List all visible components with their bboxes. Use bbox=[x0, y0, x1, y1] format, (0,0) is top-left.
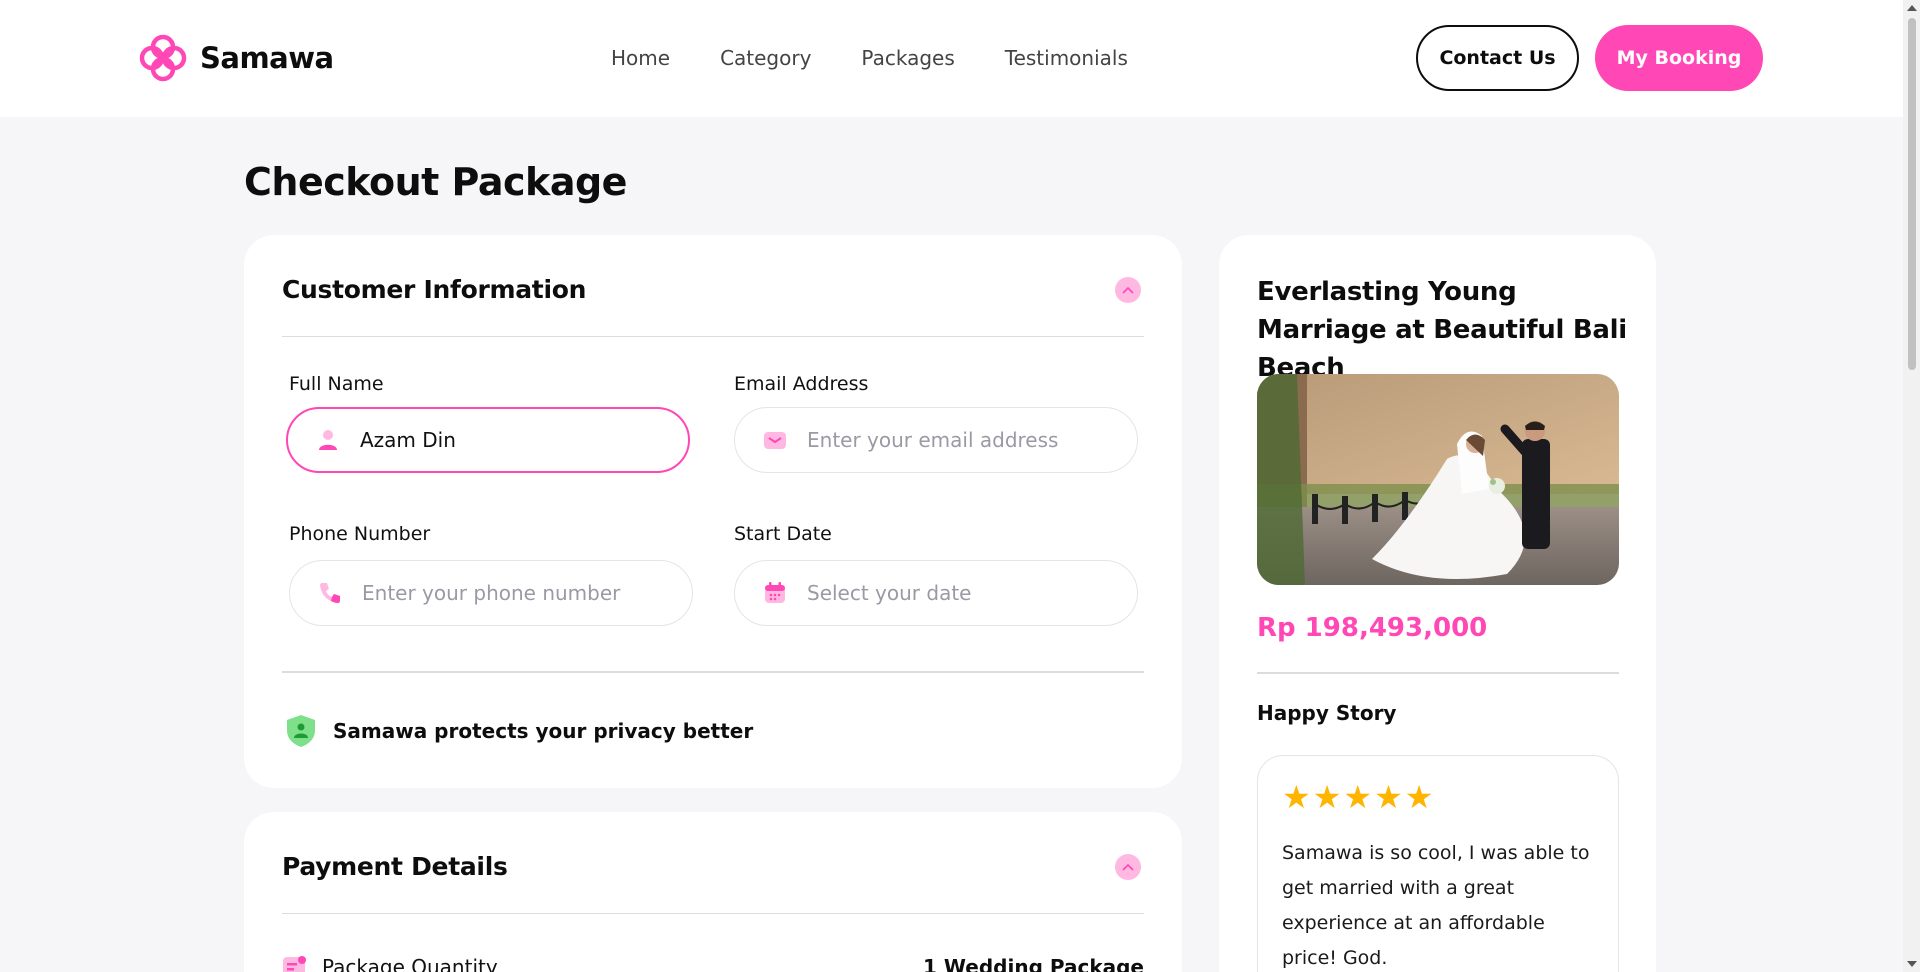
contact-us-button[interactable]: Contact Us bbox=[1416, 25, 1579, 91]
phone-icon bbox=[320, 583, 340, 603]
scroll-up-arrow-icon[interactable] bbox=[1907, 5, 1917, 11]
email-placeholder: Enter your email address bbox=[807, 428, 1059, 452]
start-date-placeholder: Select your date bbox=[807, 581, 972, 605]
testimonial-card: ★★★★★ Samawa is so cool, I was able to g… bbox=[1257, 755, 1619, 972]
testimonial-quote: Samawa is so cool, I was able to get mar… bbox=[1282, 842, 1590, 969]
brand-logo[interactable]: Samawa bbox=[138, 33, 334, 83]
email-field[interactable]: Enter your email address bbox=[734, 407, 1138, 473]
main-nav: Home Category Packages Testimonials bbox=[611, 46, 1178, 70]
package-quantity-value: 1 Wedding Package bbox=[923, 955, 1144, 972]
user-icon bbox=[319, 430, 337, 450]
full-name-field[interactable]: Azam Din bbox=[286, 407, 690, 473]
scroll-thumb[interactable] bbox=[1908, 18, 1916, 370]
full-name-label: Full Name bbox=[289, 373, 384, 395]
phone-placeholder: Enter your phone number bbox=[362, 581, 621, 605]
collapse-customer-button[interactable] bbox=[1115, 277, 1141, 303]
customer-divider bbox=[282, 671, 1144, 673]
page-title: Checkout Package bbox=[244, 160, 627, 204]
nav-home[interactable]: Home bbox=[611, 46, 670, 70]
full-name-value: Azam Din bbox=[360, 428, 456, 452]
calendar-icon bbox=[765, 582, 785, 603]
privacy-text: Samawa protects your privacy better bbox=[333, 719, 754, 743]
package-photo bbox=[1257, 374, 1619, 585]
star-rating: ★★★★★ bbox=[1282, 778, 1436, 816]
shield-icon bbox=[287, 715, 315, 747]
privacy-note: Samawa protects your privacy better bbox=[285, 714, 753, 748]
email-label: Email Address bbox=[734, 373, 869, 395]
chevron-up-icon bbox=[1122, 286, 1134, 294]
payment-card-title: Payment Details bbox=[282, 852, 508, 881]
happy-story-heading: Happy Story bbox=[1257, 701, 1397, 725]
package-price: Rp 198,493,000 bbox=[1257, 613, 1488, 643]
summary-divider bbox=[1257, 672, 1619, 674]
scroll-down-arrow-icon[interactable] bbox=[1907, 961, 1917, 967]
package-summary-card: Everlasting Young Marriage at Beautiful … bbox=[1219, 235, 1656, 972]
start-date-field[interactable]: Select your date bbox=[734, 560, 1138, 626]
package-title: Everlasting Young Marriage at Beautiful … bbox=[1257, 277, 1627, 383]
package-quantity-label: Package Quantity bbox=[322, 955, 498, 972]
nav-category[interactable]: Category bbox=[720, 46, 811, 70]
phone-label: Phone Number bbox=[289, 523, 431, 545]
customer-card-header: Customer Information bbox=[282, 235, 1144, 337]
customer-card-title: Customer Information bbox=[282, 275, 587, 304]
logo-icon bbox=[139, 34, 187, 82]
collapse-payment-button[interactable] bbox=[1115, 854, 1141, 880]
phone-field[interactable]: Enter your phone number bbox=[289, 560, 693, 626]
payment-details-card: Payment Details Package Quantity 1 Weddi… bbox=[244, 812, 1182, 972]
my-booking-button[interactable]: My Booking bbox=[1595, 25, 1763, 91]
nav-packages[interactable]: Packages bbox=[861, 46, 954, 70]
site-header: Samawa Home Category Packages Testimonia… bbox=[0, 0, 1903, 117]
wedding-couple-image bbox=[1257, 374, 1619, 585]
brand-name: Samawa bbox=[200, 41, 334, 75]
payment-card-header: Payment Details bbox=[282, 812, 1144, 914]
mail-icon bbox=[764, 432, 786, 449]
chevron-up-icon bbox=[1122, 863, 1134, 871]
start-date-label: Start Date bbox=[734, 523, 832, 545]
package-quantity-row: Package Quantity 1 Wedding Package bbox=[282, 955, 1144, 972]
package-icon bbox=[283, 956, 306, 972]
page-scrollbar[interactable] bbox=[1903, 0, 1920, 972]
customer-information-card: Customer Information Full Name Azam Din … bbox=[244, 235, 1182, 788]
nav-testimonials[interactable]: Testimonials bbox=[1005, 46, 1128, 70]
